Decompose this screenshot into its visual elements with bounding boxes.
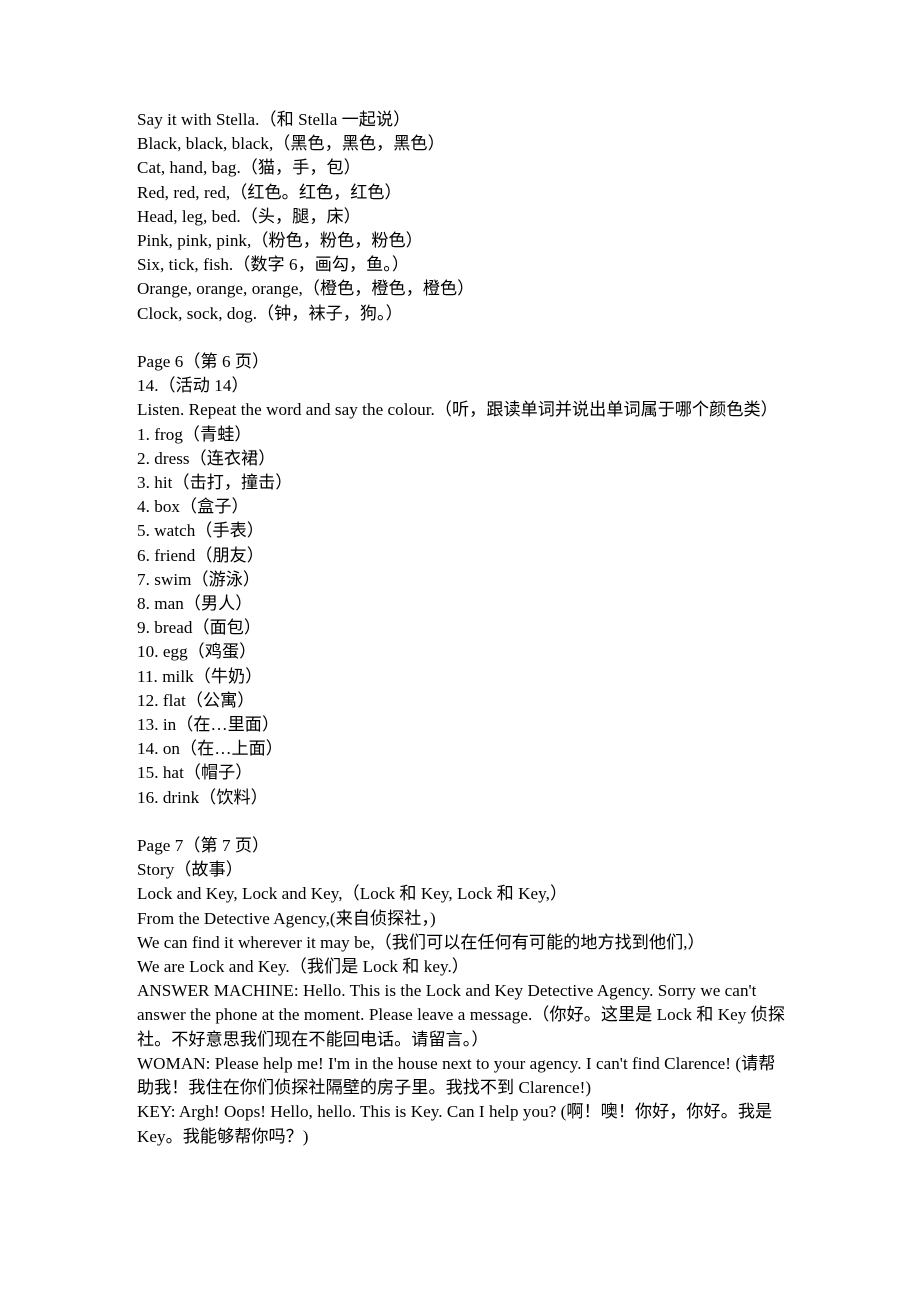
story-verse-line: Lock and Key, Lock and Key,（Lock 和 Key, … <box>137 884 568 904</box>
word-list-item: 14. on（在…上面） <box>137 739 283 759</box>
word-list-item: 6. friend（朋友） <box>137 545 264 565</box>
page-heading: Page 7（第 7 页） <box>137 836 270 856</box>
word-list-item: 15. hat（帽子） <box>137 763 253 783</box>
word-list-item: 5. watch（手表） <box>137 521 264 541</box>
story-verse-line: From the Detective Agency,(来自侦探社，) <box>137 908 436 928</box>
word-list-item: 16. drink（饮料） <box>137 787 268 807</box>
word-list-item: 11. milk（牛奶） <box>137 666 263 686</box>
story-verse-line: We can find it wherever it may be,（我们可以在… <box>137 932 705 952</box>
document-page: Say it with Stella.（和 Stella 一起说） Black,… <box>137 108 787 1149</box>
activity-number: 14.（活动 14） <box>137 376 249 396</box>
text-line: Clock, sock, dog.（钟，袜子，狗。） <box>137 303 403 323</box>
page-7-story: Page 7（第 7 页） Story（故事） Lock and Key, Lo… <box>137 834 787 1149</box>
text-line: Black, black, black,（黑色，黑色，黑色） <box>137 134 445 154</box>
word-list-item: 7. swim（游泳） <box>137 569 261 589</box>
word-list-item: 2. dress（连衣裙） <box>137 448 276 468</box>
text-line: Say it with Stella.（和 Stella 一起说） <box>137 110 411 129</box>
story-dialogue-line: KEY: Argh! Oops! Hello, hello. This is K… <box>137 1102 773 1146</box>
text-line: Red, red, red,（红色。红色，红色） <box>137 182 402 202</box>
word-list-item: 8. man（男人） <box>137 594 253 614</box>
text-line: Cat, hand, bag.（猫，手，包） <box>137 158 361 178</box>
story-verse-line: We are Lock and Key.（我们是 Lock 和 key.） <box>137 957 469 977</box>
activity-instruction: Listen. Repeat the word and say the colo… <box>137 400 778 420</box>
word-list-item: 10. egg（鸡蛋） <box>137 642 257 662</box>
page-6-activity-14: Page 6（第 6 页） 14.（活动 14） Listen. Repeat … <box>137 350 787 810</box>
story-dialogue-line: WOMAN: Please help me! I'm in the house … <box>137 1053 776 1098</box>
text-line: Head, leg, bed.（头，腿，床） <box>137 206 361 226</box>
story-dialogue-line: ANSWER MACHINE: Hello. This is the Lock … <box>137 981 785 1049</box>
page-heading: Page 6（第 6 页） <box>137 352 270 372</box>
word-list-item: 9. bread（面包） <box>137 618 262 638</box>
word-list-item: 13. in（在…里面） <box>137 715 280 735</box>
text-line: Six, tick, fish.（数字 6，画勾，鱼。） <box>137 255 410 275</box>
word-list-item: 3. hit（击打，撞击） <box>137 473 293 493</box>
story-heading: Story（故事） <box>137 860 243 880</box>
text-line: Orange, orange, orange,（橙色，橙色，橙色） <box>137 279 475 299</box>
say-it-with-stella-chant: Say it with Stella.（和 Stella 一起说） Black,… <box>137 108 787 326</box>
word-list-item: 4. box（盒子） <box>137 497 249 517</box>
word-list-item: 12. flat（公寓） <box>137 690 255 710</box>
text-line: Pink, pink, pink,（粉色，粉色，粉色） <box>137 231 423 251</box>
word-list-item: 1. frog（青蛙） <box>137 424 252 444</box>
